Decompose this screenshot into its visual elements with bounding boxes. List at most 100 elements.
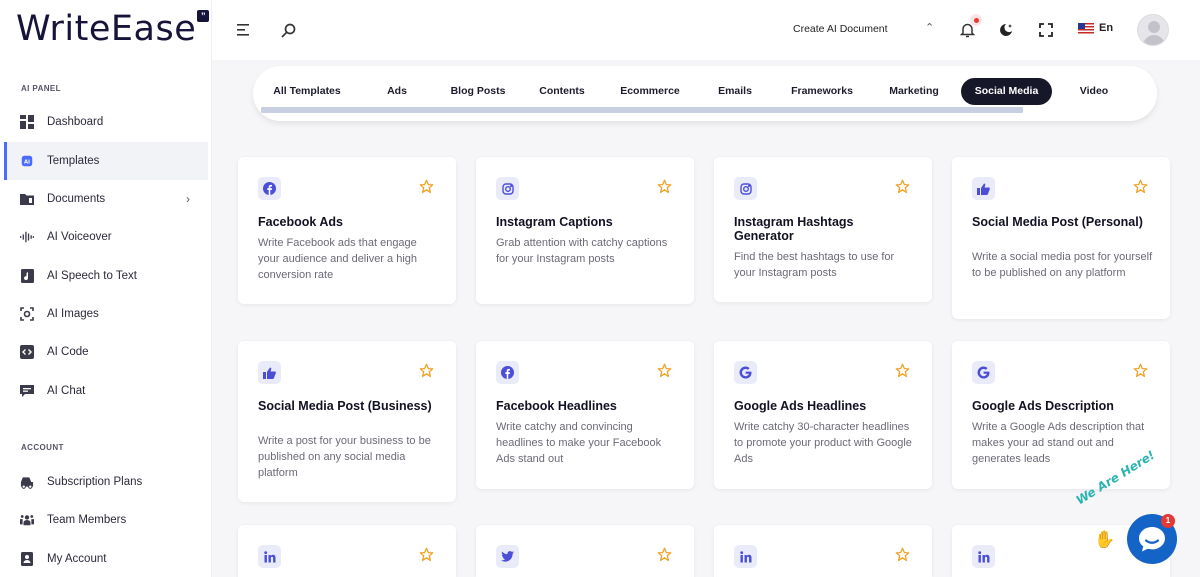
section-label-account: ACCOUNT [21, 443, 64, 452]
favorite-star-icon[interactable] [895, 363, 910, 383]
card-title: Social Media Post (Personal) [972, 215, 1143, 229]
favorite-star-icon[interactable] [657, 547, 672, 567]
favorite-star-icon[interactable] [657, 363, 672, 383]
card-title: Instagram Hashtags Generator [734, 215, 854, 243]
thumbs-up-icon [972, 177, 995, 200]
sidebar-item-label: AI Code [47, 346, 89, 358]
linkedin-icon [972, 545, 995, 568]
favorite-star-icon[interactable] [895, 547, 910, 567]
fullscreen-icon[interactable] [1036, 20, 1056, 40]
chat-unread-badge: 1 [1161, 514, 1175, 528]
sidebar-item-ai-images[interactable]: AI Images [4, 295, 208, 333]
sidebar-item-label: Team Members [47, 514, 127, 526]
tab-emails[interactable]: Emails [710, 78, 760, 105]
chevron-up-icon[interactable]: ⌃ [925, 21, 934, 34]
chat-bubble-icon [1139, 527, 1165, 552]
create-ai-document-button[interactable]: Create AI Document [793, 23, 888, 35]
card-title: Google Ads Headlines [734, 399, 867, 413]
favorite-star-icon[interactable] [419, 547, 434, 567]
sidebar-item-dashboard[interactable]: Dashboard [4, 103, 208, 141]
sidebar-item-label: Dashboard [47, 116, 104, 128]
dashboard-icon [20, 115, 34, 129]
card-title: Facebook Headlines [496, 399, 617, 413]
bell-icon[interactable] [957, 20, 977, 40]
app-logo[interactable]: WriteEase ” [16, 8, 210, 52]
sidebar-item-templates[interactable]: AI Templates [4, 142, 208, 180]
language-selector[interactable]: En [1078, 22, 1113, 34]
favorite-star-icon[interactable] [419, 363, 434, 383]
sidebar: WriteEase ” AI PANEL Dashboard AI Templa… [0, 0, 212, 577]
google-icon [972, 361, 995, 384]
google-icon [734, 361, 757, 384]
menu-toggle-icon[interactable] [234, 20, 254, 40]
category-tabs: All Templates Ads Blog Posts Contents Ec… [253, 66, 1157, 121]
template-card-twitter[interactable] [476, 525, 694, 577]
image-scan-icon [20, 307, 34, 321]
sidebar-item-label: My Account [47, 553, 107, 565]
favorite-star-icon[interactable] [657, 179, 672, 199]
template-card-social-media-personal[interactable]: Social Media Post (Personal) Write a soc… [952, 157, 1170, 319]
tab-all-templates[interactable]: All Templates [265, 78, 349, 105]
team-icon [20, 513, 34, 527]
tab-contents[interactable]: Contents [532, 78, 592, 105]
favorite-star-icon[interactable] [1133, 179, 1148, 199]
facebook-icon [496, 361, 519, 384]
favorite-star-icon[interactable] [419, 179, 434, 199]
facebook-icon [258, 177, 281, 200]
waving-hand-icon: ✋ [1094, 530, 1116, 549]
user-badge-icon [20, 552, 34, 566]
template-card-instagram-captions[interactable]: Instagram Captions Grab attention with c… [476, 157, 694, 304]
template-card-linkedin[interactable] [714, 525, 932, 577]
sidebar-item-my-account[interactable]: My Account [4, 540, 208, 577]
tab-video[interactable]: Video [1069, 78, 1119, 105]
section-label-ai-panel: AI PANEL [21, 84, 61, 93]
tab-social-media[interactable]: Social Media [961, 78, 1052, 105]
card-description: Write catchy 30-character headlines to p… [734, 421, 912, 465]
favorite-star-icon[interactable] [895, 179, 910, 199]
card-description: Find the best hashtags to use for your I… [734, 251, 895, 279]
template-card-social-media-business[interactable]: Social Media Post (Business) Write a pos… [238, 341, 456, 502]
sidebar-item-ai-voiceover[interactable]: AI Voiceover [4, 218, 208, 256]
chevron-right-icon: › [186, 192, 190, 206]
user-avatar[interactable] [1137, 14, 1169, 46]
top-header: Create AI Document ⌃ En [212, 0, 1200, 60]
dark-mode-icon[interactable] [996, 20, 1016, 40]
chat-icon [20, 384, 34, 398]
sidebar-item-subscription-plans[interactable]: Subscription Plans [4, 463, 208, 501]
card-description: Grab attention with catchy captions for … [496, 237, 668, 265]
card-title: Facebook Ads [258, 215, 343, 229]
search-icon[interactable] [278, 20, 298, 40]
template-card-facebook-ads[interactable]: Facebook Ads Write Facebook ads that eng… [238, 157, 456, 304]
sidebar-item-ai-speech-to-text[interactable]: AI Speech to Text [4, 257, 208, 295]
us-flag-icon [1078, 22, 1094, 34]
tab-blog-posts[interactable]: Blog Posts [445, 78, 511, 105]
card-description: Write a social media post for yourself t… [972, 251, 1153, 279]
sidebar-item-ai-chat[interactable]: AI Chat [4, 372, 208, 410]
sidebar-item-label: Subscription Plans [47, 476, 143, 488]
tab-ecommerce[interactable]: Ecommerce [613, 78, 687, 105]
card-description: Write catchy and convincing headlines to… [496, 421, 662, 465]
sidebar-item-team-members[interactable]: Team Members [4, 501, 208, 539]
card-description: Write a post for your business to be pub… [258, 435, 431, 479]
card-title: Google Ads Description [972, 399, 1114, 413]
language-label: En [1099, 22, 1114, 34]
sidebar-item-label: AI Chat [47, 385, 86, 397]
svg-text:AI: AI [24, 160, 30, 166]
logo-quote-icon: ” [197, 10, 210, 22]
tab-frameworks[interactable]: Frameworks [783, 78, 861, 105]
template-card-facebook-headlines[interactable]: Facebook Headlines Write catchy and conv… [476, 341, 694, 489]
instagram-icon [496, 177, 519, 200]
sidebar-item-ai-code[interactable]: AI Code [4, 333, 208, 371]
sidebar-item-label: Documents [47, 193, 106, 205]
card-title: Social Media Post (Business) [258, 399, 432, 413]
template-card-google-ads-headlines[interactable]: Google Ads Headlines Write catchy 30-cha… [714, 341, 932, 489]
sidebar-item-documents[interactable]: Documents › [4, 180, 208, 218]
twitter-icon [496, 545, 519, 568]
tab-ads[interactable]: Ads [377, 78, 417, 105]
template-card-instagram-hashtags[interactable]: Instagram Hashtags Generator Find the be… [714, 157, 932, 302]
tab-marketing[interactable]: Marketing [881, 78, 947, 105]
favorite-star-icon[interactable] [1133, 363, 1148, 383]
sidebar-item-label: AI Images [47, 308, 99, 320]
tabs-scrollbar[interactable] [261, 107, 1023, 113]
template-card-linkedin[interactable] [238, 525, 456, 577]
